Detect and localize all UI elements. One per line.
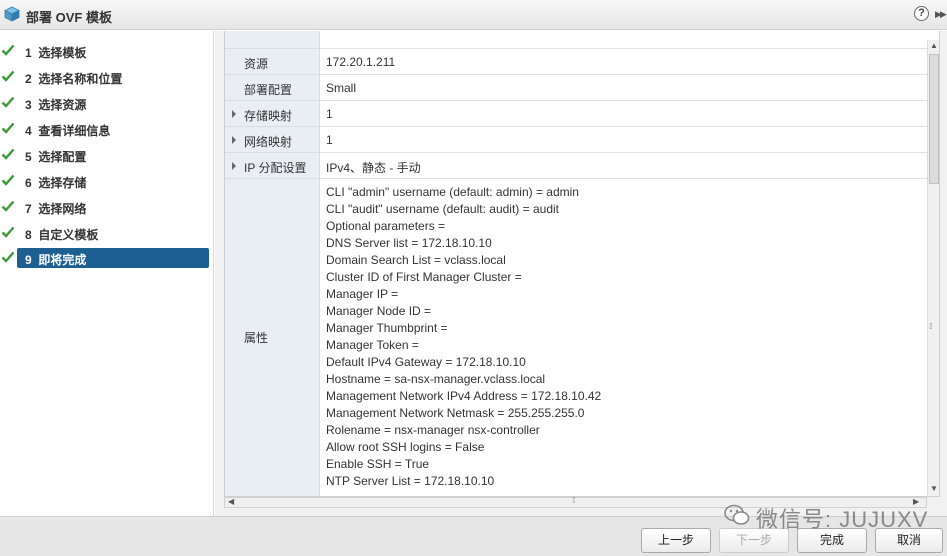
expand-caret-icon[interactable] (232, 110, 236, 118)
summary-row-ip-allocation[interactable]: IP 分配设置 IPv4、静态 - 手动 (225, 153, 928, 179)
property-line: CLI "audit" username (default: audit) = … (326, 202, 559, 216)
dialog-title: 部署 OVF 模板 (26, 10, 112, 25)
step-number: 8 (25, 228, 32, 242)
property-line: Optional parameters = (326, 219, 446, 233)
summary-row-deploy-config: 部署配置 Small (225, 75, 928, 101)
ovf-template-icon (4, 6, 20, 22)
property-line: NTP Server List = 172.18.10.10 (326, 474, 495, 488)
property-line: Management Network IPv4 Address = 172.18… (326, 389, 602, 403)
help-icon[interactable]: ? (914, 6, 929, 21)
vertical-scrollbar[interactable]: ▲ ▼ (927, 40, 939, 496)
step-2-name-location[interactable]: 2 选择名称和位置 (0, 67, 210, 87)
row-value: IPv4、静态 - 手动 (326, 161, 421, 175)
step-label: 选择配置 (38, 150, 87, 164)
wechat-watermark: 微信号: JUJUXV (724, 500, 944, 532)
expand-caret-icon[interactable] (232, 162, 236, 170)
wechat-icon (724, 504, 750, 525)
scroll-down-icon[interactable]: ▼ (930, 484, 938, 493)
property-line: Cluster ID of First Manager Cluster = (326, 270, 522, 284)
property-line: Default IPv4 Gateway = 172.18.10.10 (326, 355, 526, 369)
summary-grid: 资源 172.20.1.211 部署配置 Small 存储映射 1 网络映射 1… (224, 31, 940, 497)
summary-row-properties: 属性 CLI "admin" username (default: admin)… (225, 179, 928, 496)
resize-grip-icon[interactable]: ⁞⁞ (929, 322, 933, 331)
step-number: 7 (25, 202, 32, 216)
row-label: IP 分配设置 (244, 161, 307, 175)
step-label: 查看详细信息 (38, 124, 111, 138)
step-label: 自定义模板 (38, 228, 99, 242)
watermark-text: 微信号: JUJUXV (756, 507, 929, 532)
step-7-select-network[interactable]: 7 选择网络 (0, 197, 210, 217)
property-line: DNS Server list = 172.18.10.10 (326, 236, 492, 250)
property-line: Enable SSH = True (326, 457, 430, 471)
step-6-select-storage[interactable]: 6 选择存储 (0, 171, 210, 191)
row-value: 1 (326, 107, 333, 121)
property-line: Management Network Netmask = 255.255.255… (326, 406, 585, 420)
property-line: Allow root SSH logins = False (326, 440, 485, 454)
property-line: Manager Thumbprint = (326, 321, 448, 335)
properties-list: CLI "admin" username (default: admin) = … (326, 184, 601, 490)
row-value: 172.20.1.211 (326, 55, 396, 69)
check-icon (1, 226, 15, 238)
check-icon (1, 96, 15, 108)
row-value: 1 (326, 133, 333, 147)
check-icon (1, 44, 15, 56)
step-number: 1 (25, 46, 32, 60)
wizard-steps-sidebar: 1 选择模板 2 选择名称和位置 3 选择资源 4 查看详细信息 5 选择配置 … (0, 31, 214, 516)
summary-panel: 资源 172.20.1.211 部署配置 Small 存储映射 1 网络映射 1… (215, 31, 947, 516)
expand-caret-icon[interactable] (232, 136, 236, 144)
step-8-customize-template[interactable]: 8 自定义模板 (0, 223, 210, 243)
summary-row-partial (225, 31, 928, 49)
row-value: Small (326, 81, 357, 95)
step-number: 9 (25, 253, 32, 267)
scroll-up-icon[interactable]: ▲ (930, 41, 938, 50)
summary-row-network-mapping[interactable]: 网络映射 1 (225, 127, 928, 153)
step-label: 选择模板 (38, 46, 87, 60)
summary-row-storage-mapping[interactable]: 存储映射 1 (225, 101, 928, 127)
property-line: Manager Token = (326, 338, 419, 352)
step-label: 选择名称和位置 (38, 72, 123, 86)
step-number: 4 (25, 124, 32, 138)
step-label: 选择资源 (38, 98, 87, 112)
check-icon (1, 148, 15, 160)
step-3-select-resource[interactable]: 3 选择资源 (0, 93, 210, 113)
expand-panel-icon[interactable]: ▶▶ (935, 8, 947, 20)
step-1-select-template[interactable]: 1 选择模板 (0, 41, 210, 61)
step-4-review-details[interactable]: 4 查看详细信息 (0, 119, 210, 139)
step-9-ready-to-complete[interactable]: 9 即将完成 (0, 248, 210, 268)
step-label: 选择存储 (38, 176, 87, 190)
row-label: 资源 (244, 57, 269, 71)
property-line: Manager IP = (326, 287, 399, 301)
scroll-thumb[interactable] (929, 54, 939, 184)
step-5-select-config[interactable]: 5 选择配置 (0, 145, 210, 165)
step-label: 选择网络 (38, 202, 87, 216)
step-number: 6 (25, 176, 32, 190)
resize-grip-icon[interactable]: ⁞⁞ (572, 496, 576, 505)
row-label: 存储映射 (244, 109, 293, 123)
row-label: 网络映射 (244, 135, 293, 149)
check-icon (1, 251, 15, 263)
step-number: 2 (25, 72, 32, 86)
back-button[interactable]: 上一步 (641, 528, 711, 553)
property-line: Domain Search List = vclass.local (326, 253, 506, 267)
row-label: 部署配置 (244, 83, 293, 97)
property-line: Rolename = nsx-manager nsx-controller (326, 423, 540, 437)
check-icon (1, 70, 15, 82)
step-number: 5 (25, 150, 32, 164)
scroll-left-icon[interactable]: ◀ (228, 497, 234, 506)
dialog-titlebar: 部署 OVF 模板 ? ▶▶ (0, 0, 947, 30)
step-number: 3 (25, 98, 32, 112)
step-label: 即将完成 (38, 253, 87, 267)
check-icon (1, 122, 15, 134)
check-icon (1, 174, 15, 186)
summary-row-resource: 资源 172.20.1.211 (225, 49, 928, 75)
property-line: CLI "admin" username (default: admin) = … (326, 185, 579, 199)
property-line: Manager Node ID = (326, 304, 432, 318)
property-line: Hostname = sa-nsx-manager.vclass.local (326, 372, 546, 386)
row-label: 属性 (244, 331, 269, 345)
check-icon (1, 200, 15, 212)
